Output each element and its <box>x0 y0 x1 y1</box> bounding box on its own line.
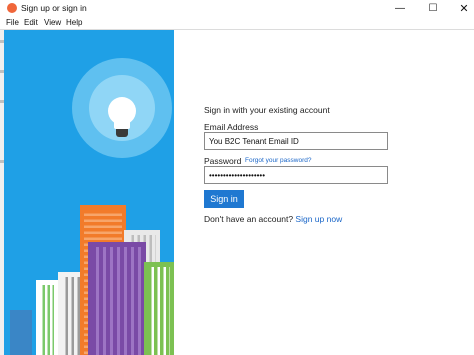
password-field[interactable] <box>204 166 388 184</box>
signup-row: Don't have an account? Sign up now <box>204 214 342 224</box>
lightbulb-base <box>116 129 128 137</box>
lightbulb-neck <box>114 119 130 129</box>
menu-file[interactable]: File <box>6 18 19 27</box>
password-label: Password <box>204 156 242 166</box>
forgot-password-link[interactable]: Forgot your password? <box>245 157 311 164</box>
signin-button[interactable]: Sign in <box>204 190 244 208</box>
no-account-text: Don't have an account? <box>204 214 294 224</box>
building <box>144 262 174 355</box>
menu-help[interactable]: Help <box>66 18 82 27</box>
app-logo-icon <box>7 3 17 13</box>
email-field[interactable] <box>204 132 388 150</box>
building <box>36 280 58 355</box>
signin-form: Sign in with your existing account Email… <box>204 0 474 355</box>
hero-illustration <box>4 30 174 355</box>
building <box>10 310 32 355</box>
window-title: Sign up or sign in <box>21 3 87 13</box>
menu-edit[interactable]: Edit <box>24 18 38 27</box>
form-heading: Sign in with your existing account <box>204 105 330 115</box>
building <box>88 242 146 355</box>
signup-link[interactable]: Sign up now <box>295 214 342 224</box>
email-label: Email Address <box>204 122 259 132</box>
menu-view[interactable]: View <box>44 18 61 27</box>
